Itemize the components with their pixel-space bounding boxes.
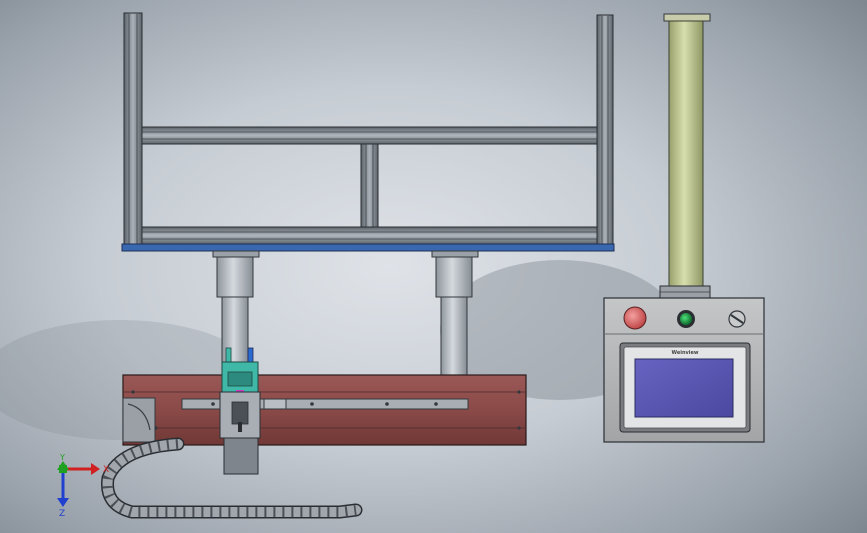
cad-viewport[interactable]: Weinview X Y Z [0, 0, 867, 533]
frame-bottom-crossbar [141, 226, 598, 245]
axis-end-cap [122, 397, 156, 443]
axis-z-label: Z [59, 509, 65, 519]
linear-axis[interactable] [122, 374, 527, 446]
frame-left-post [123, 12, 143, 246]
start-button[interactable] [680, 313, 692, 325]
axis-x-label: X [103, 465, 109, 475]
pillar-right-lower [440, 296, 468, 376]
tower-cap [663, 13, 711, 22]
base-plate [121, 243, 615, 252]
frame-right-post [596, 14, 614, 246]
axis-beam [122, 374, 527, 446]
emergency-stop-button[interactable] [623, 306, 647, 330]
axis-y-label: Y [59, 453, 65, 462]
tower-column [668, 20, 704, 287]
frame-center-post [360, 143, 379, 229]
pillar-right-upper [435, 256, 473, 298]
machine-drawing: Weinview X Y Z [0, 0, 867, 533]
gripper-body [223, 437, 259, 475]
control-box[interactable]: Weinview [603, 297, 765, 443]
hmi-brand-label: Weinview [672, 350, 699, 356]
pillar-left-upper [216, 256, 254, 298]
frame-top-crossbar [141, 126, 598, 145]
gripper-carriage[interactable] [219, 347, 261, 475]
hmi-screen[interactable] [634, 358, 734, 418]
